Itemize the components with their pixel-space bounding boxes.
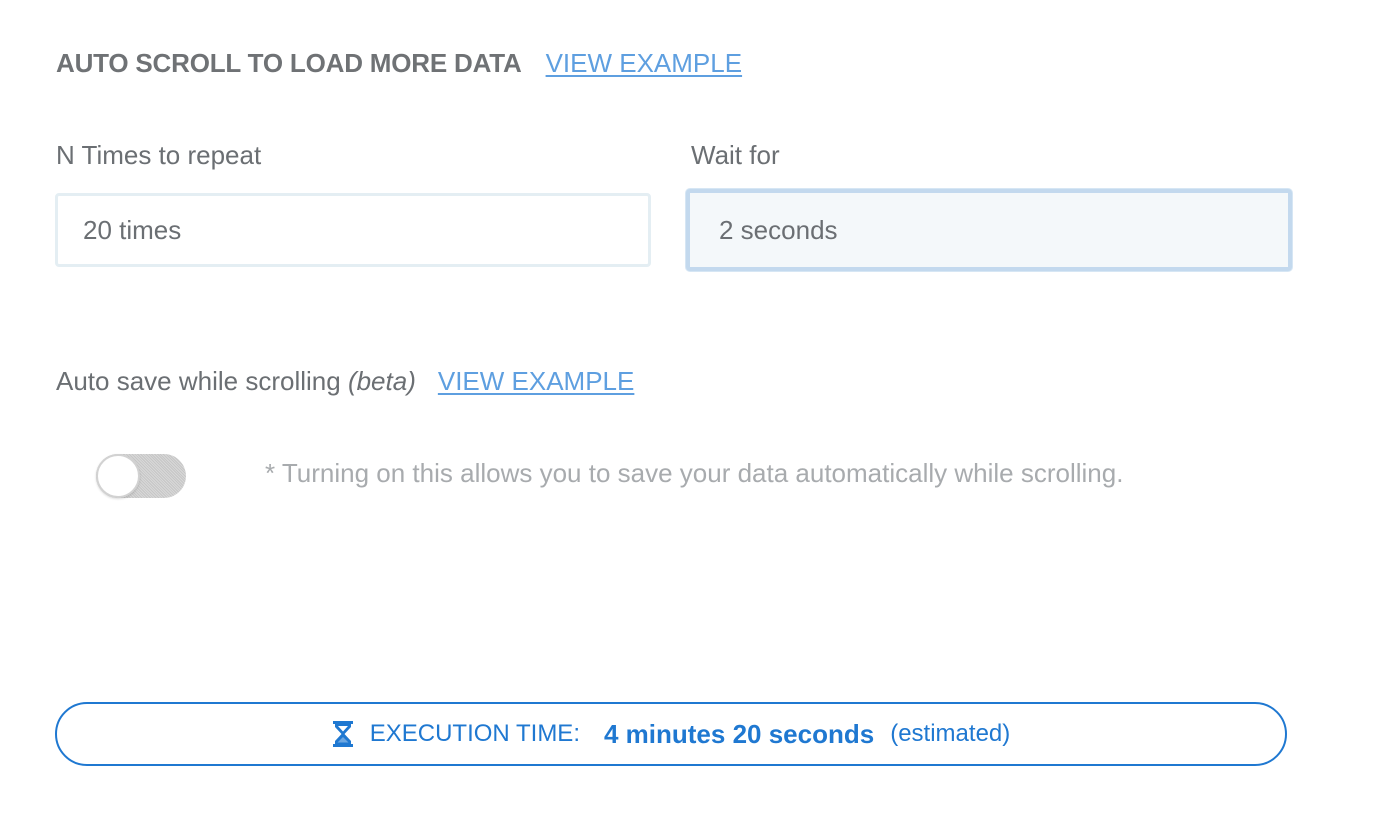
auto-save-hint: * Turning on this allows you to save you… [265,458,1124,488]
auto-save-row: Auto save while scrolling (beta) VIEW EX… [56,366,634,397]
execution-time-suffix: (estimated) [890,720,1011,747]
hourglass-icon [332,721,354,747]
auto-save-label-text: Auto save while scrolling [56,366,341,396]
auto-save-toggle[interactable] [96,454,186,498]
wait-label: Wait for [691,140,780,170]
section-title: AUTO SCROLL TO LOAD MORE DATA [56,48,522,78]
execution-time-value: 4 minutes 20 seconds [603,718,875,749]
view-example-link[interactable]: VIEW EXAMPLE [546,48,743,79]
auto-save-view-example-link[interactable]: VIEW EXAMPLE [438,366,635,397]
wait-input[interactable] [686,189,1292,271]
execution-time-bar: EXECUTION TIME: 4 minutes 20 seconds (es… [55,702,1287,766]
toggle-knob [96,454,140,498]
repeat-label: N Times to repeat [56,140,262,170]
repeat-input[interactable] [55,193,651,267]
beta-tag: (beta) [347,366,416,396]
auto-scroll-header: AUTO SCROLL TO LOAD MORE DATA VIEW EXAMP… [56,48,742,79]
execution-time-label: EXECUTION TIME: [369,720,580,747]
auto-save-label: Auto save while scrolling (beta) [56,366,416,397]
